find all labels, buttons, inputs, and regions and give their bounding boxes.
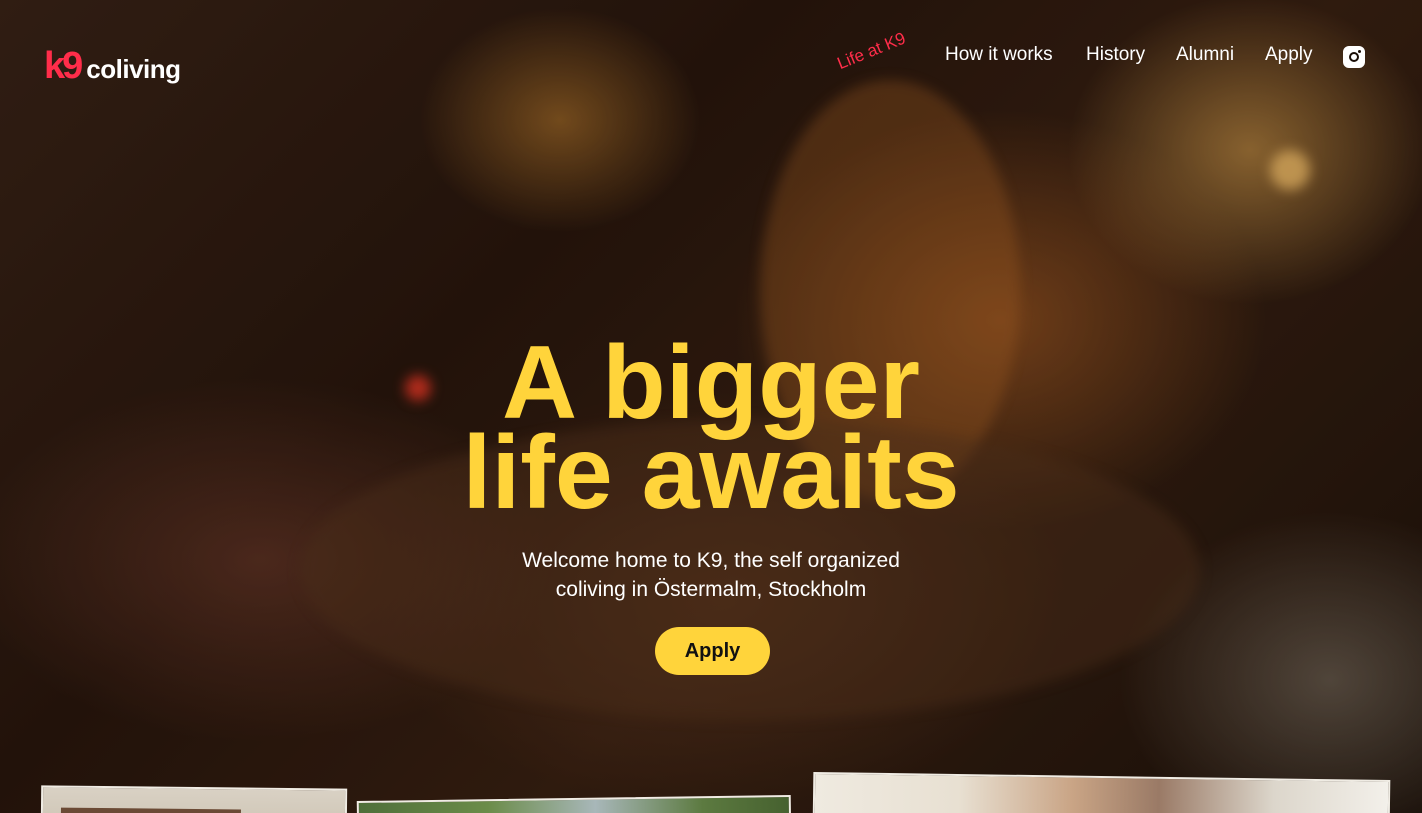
brand-name: coliving [86, 53, 181, 84]
nav-item-alumni[interactable]: Alumni [1176, 44, 1234, 66]
brand-mark: k9 [44, 45, 83, 87]
main-nav: Life at K9 How it works History Alumni A… [835, 29, 1380, 73]
nav-item-history[interactable]: History [1086, 44, 1145, 66]
gallery-photo-3[interactable] [812, 771, 1391, 813]
instagram-icon[interactable] [1343, 46, 1365, 68]
hero-headline-line2: life awaits [462, 415, 960, 531]
nav-item-how-it-works[interactable]: How it works [945, 44, 1053, 66]
brand-logo[interactable]: k9 coliving [44, 44, 181, 88]
photo-lamp-glow [1270, 150, 1310, 190]
hero-subtitle-line1: Welcome home to K9, the self organized [522, 549, 900, 572]
hero-subtitle: Welcome home to K9, the self organized c… [461, 546, 961, 604]
gallery-photo-1[interactable] [40, 785, 348, 813]
hero-subtitle-line2: coliving in Östermalm, Stockholm [555, 578, 867, 601]
nav-item-apply[interactable]: Apply [1265, 44, 1313, 66]
apply-button[interactable]: Apply [655, 627, 770, 675]
hero-headline: A bigger life awaits [0, 331, 1422, 531]
